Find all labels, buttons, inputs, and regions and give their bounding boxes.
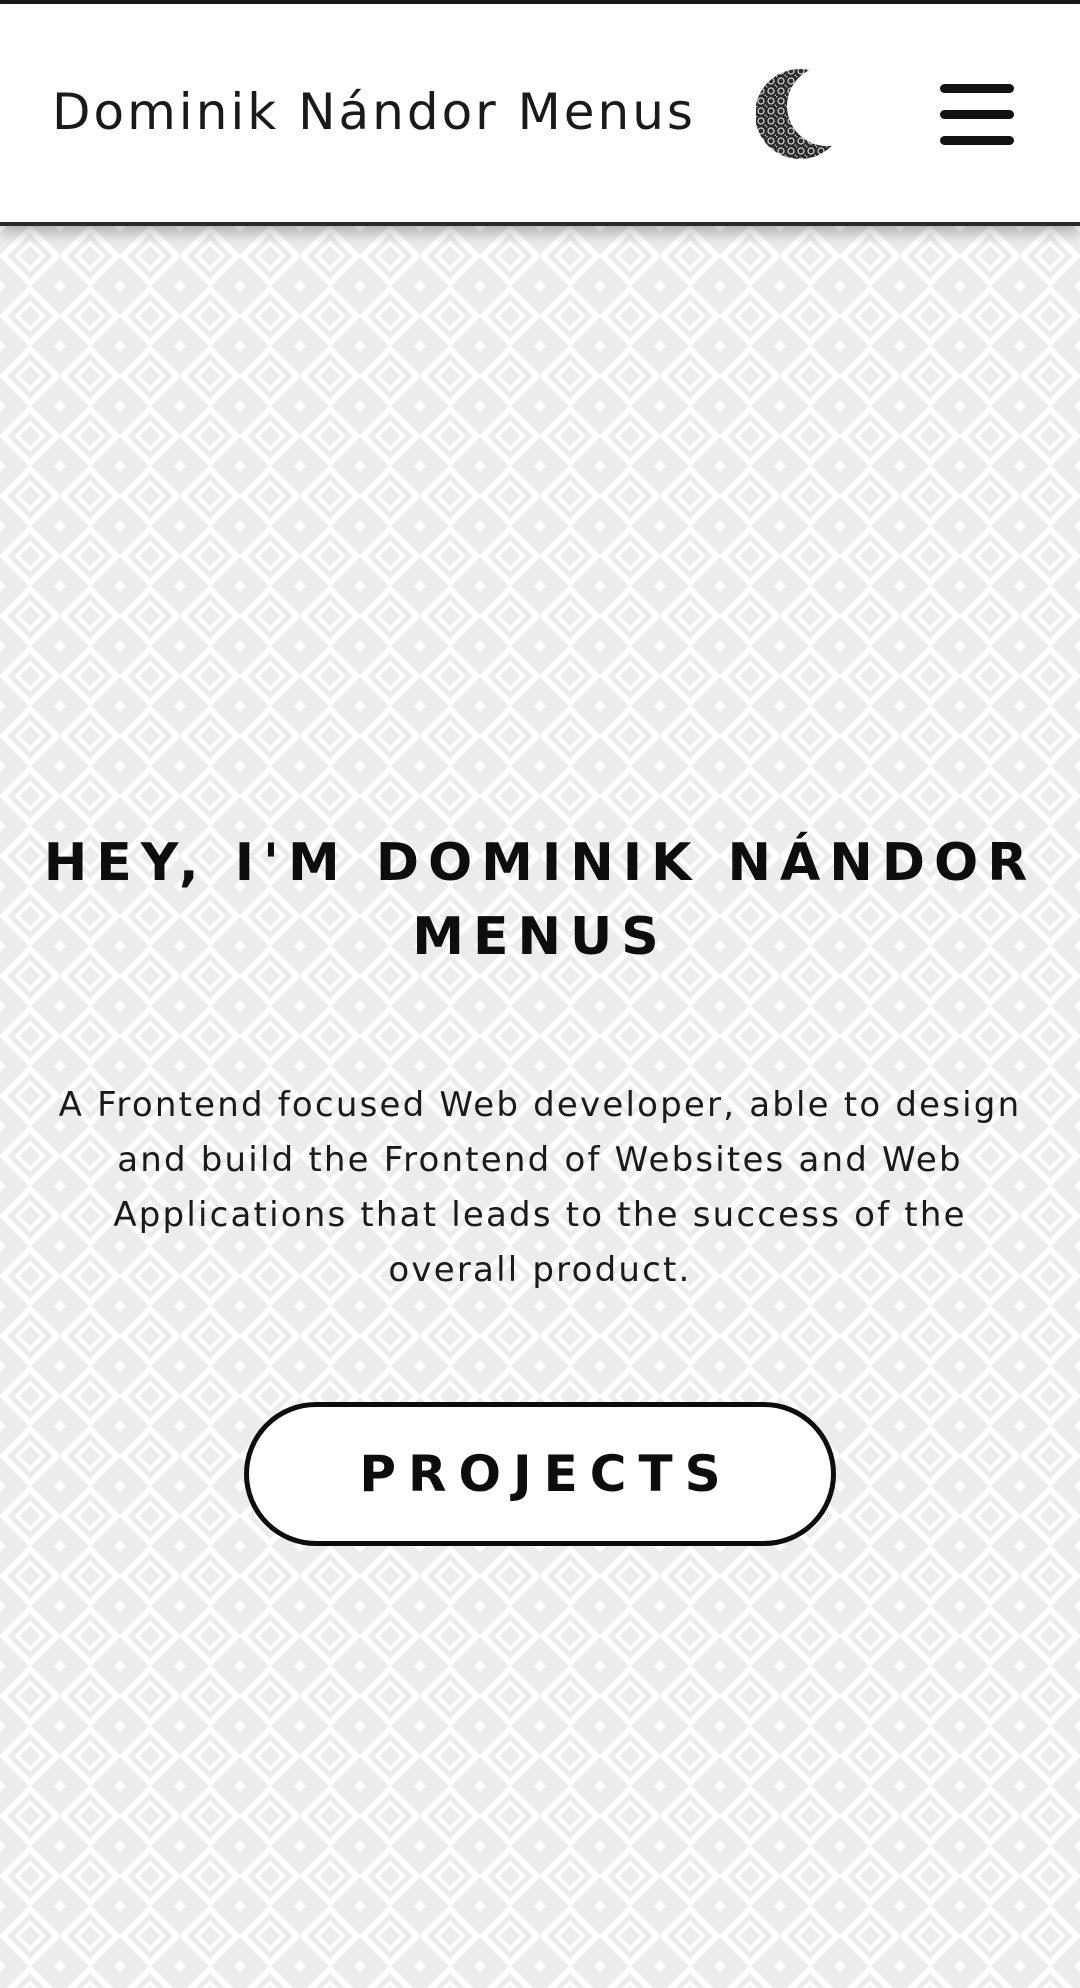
menu-bar-middle <box>940 110 1014 119</box>
hero-heading: HEY, I'M DOMINIK NÁNDOR MENUS <box>43 833 1037 967</box>
menu-bar-bottom <box>940 136 1014 145</box>
crescent-moon-icon <box>756 66 848 162</box>
hero-description: A Frontend focused Web developer, able t… <box>58 1085 1022 1290</box>
menu-button[interactable] <box>940 84 1014 146</box>
menu-bar-top <box>940 84 1014 93</box>
site-title[interactable]: Dominik Nándor Menus <box>52 82 696 142</box>
navbar: Dominik Nándor Menus <box>0 4 1080 226</box>
hero-section: HEY, I'M DOMINIK NÁNDOR MENUS A Frontend… <box>0 226 1080 1988</box>
theme-toggle-button[interactable] <box>756 66 848 162</box>
projects-button[interactable]: PROJECTS <box>244 1402 836 1546</box>
